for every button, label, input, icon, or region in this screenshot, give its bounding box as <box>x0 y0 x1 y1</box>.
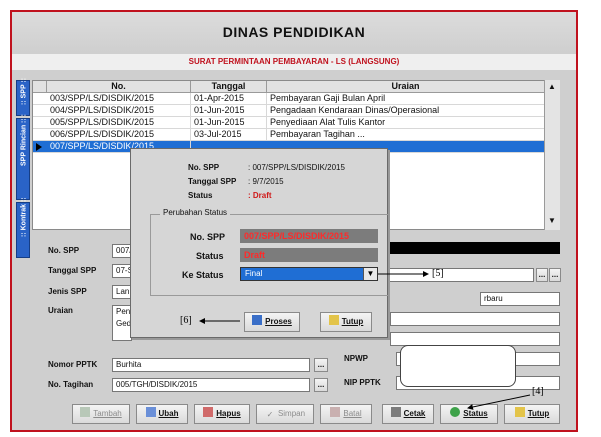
callout-arrows <box>199 271 531 410</box>
callout-5: [5] <box>432 268 444 279</box>
callout-4: [4] <box>532 386 544 397</box>
arrow-4 <box>467 394 531 410</box>
callout-6: [6] <box>180 315 192 326</box>
